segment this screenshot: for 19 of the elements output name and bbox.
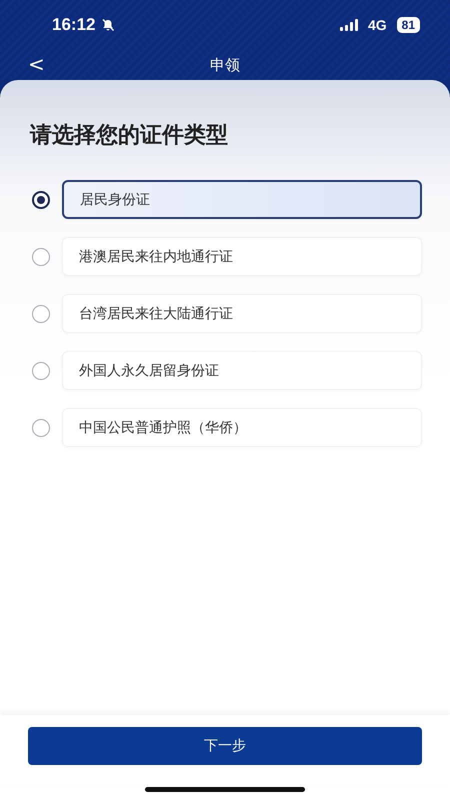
id-type-option[interactable]: 居民身份证 <box>62 180 422 219</box>
id-type-option[interactable]: 外国人永久居留身份证 <box>62 351 422 390</box>
next-button[interactable]: 下一步 <box>28 727 422 765</box>
radio-button[interactable] <box>32 304 50 322</box>
muted-bell-icon <box>101 18 116 32</box>
radio-button[interactable] <box>32 248 50 266</box>
section-heading: 请选择您的证件类型 <box>30 122 229 150</box>
back-button[interactable]: < <box>28 52 45 76</box>
status-time: 16:12 <box>52 15 96 35</box>
id-type-option[interactable]: 台湾居民来往大陆通行证 <box>62 294 422 333</box>
signal-icon <box>340 19 358 31</box>
radio-button[interactable] <box>32 190 50 208</box>
battery-indicator: 81 <box>396 17 420 33</box>
radio-button[interactable] <box>32 418 50 436</box>
network-label: 4G <box>368 17 387 33</box>
radio-button[interactable] <box>32 362 50 380</box>
page-title: 申领 <box>210 56 240 74</box>
id-type-option[interactable]: 中国公民普通护照（华侨） <box>62 408 422 447</box>
id-type-option[interactable]: 港澳居民来往内地通行证 <box>62 237 422 276</box>
